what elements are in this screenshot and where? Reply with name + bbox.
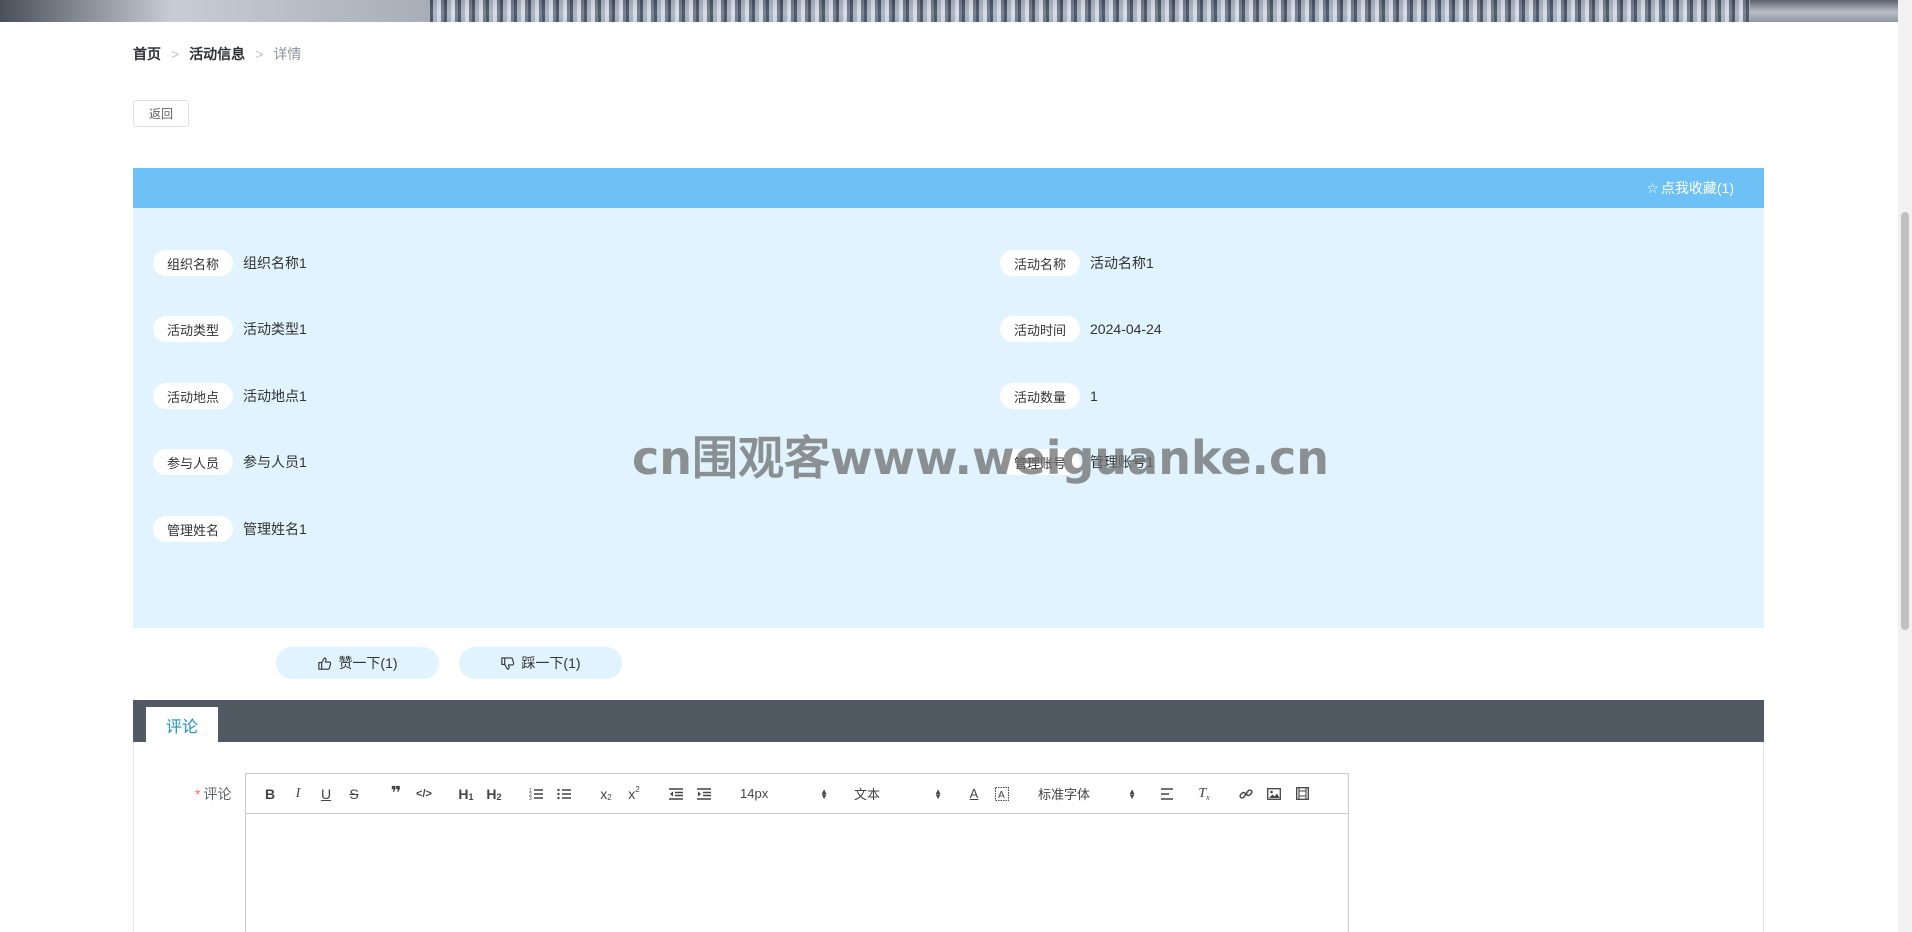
field-label: 活动名称 bbox=[1000, 250, 1081, 276]
video-icon[interactable] bbox=[1288, 782, 1316, 806]
field-value: 2024-04-24 bbox=[1090, 321, 1162, 337]
font-size-value: 14px bbox=[740, 786, 769, 801]
thumbs-up-icon bbox=[318, 656, 332, 670]
background-color-icon[interactable]: A bbox=[988, 782, 1016, 806]
outdent-icon[interactable] bbox=[662, 782, 690, 806]
svg-text:3: 3 bbox=[529, 796, 532, 801]
rich-text-editor: B I U S ❞ </> H1 H2 123 x2 x2 14px ▲ ▼ 文… bbox=[245, 773, 1349, 932]
image-icon[interactable] bbox=[1260, 782, 1288, 806]
tab-comment[interactable]: 评论 bbox=[146, 707, 218, 742]
field-label: 活动地点 bbox=[153, 383, 234, 409]
like-button[interactable]: 赞一下(1) bbox=[276, 647, 439, 679]
field-value: 1 bbox=[1090, 388, 1098, 404]
strikethrough-icon[interactable]: S bbox=[340, 782, 368, 806]
block-type-value: 文本 bbox=[854, 787, 881, 802]
ordered-list-icon[interactable]: 123 bbox=[522, 782, 550, 806]
field-activity-name: 活动名称 活动名称1 bbox=[1000, 250, 1154, 276]
field-activity-type: 活动类型 活动类型1 bbox=[153, 316, 307, 342]
comment-form: * 评论 B I U S ❞ </> H1 H2 123 x 2 x 2 14p… bbox=[133, 742, 1764, 932]
field-label: 组织名称 bbox=[153, 250, 234, 276]
field-label: 活动类型 bbox=[153, 316, 234, 342]
back-button[interactable]: 返回 bbox=[133, 100, 189, 127]
scrollbar-thumb[interactable] bbox=[1901, 212, 1909, 630]
block-type-select[interactable]: 文本 ▲ ▼ bbox=[846, 782, 946, 806]
editor-toolbar: B I U S ❞ </> H1 H2 123 x2 x2 14px ▲ ▼ 文… bbox=[246, 774, 1348, 814]
font-family-select[interactable]: 标准字体 ▲ ▼ bbox=[1030, 782, 1140, 806]
star-outline-icon: ☆ bbox=[1646, 179, 1659, 196]
watermark: cn围观客www.weiguanke.cn bbox=[632, 431, 1330, 485]
comment-tabbar: 评论 bbox=[133, 700, 1764, 742]
font-family-value: 标准字体 bbox=[1038, 787, 1091, 802]
select-arrows-icon: ▲ ▼ bbox=[820, 786, 828, 801]
breadcrumb-section[interactable]: 活动信息 bbox=[189, 44, 245, 64]
breadcrumb-current: 详情 bbox=[273, 46, 302, 62]
field-activity-count: 活动数量 1 bbox=[1000, 383, 1098, 409]
svg-text:A: A bbox=[998, 790, 1005, 801]
breadcrumb-home[interactable]: 首页 bbox=[133, 44, 161, 64]
required-mark: * bbox=[195, 786, 201, 802]
field-participants: 参与人员 参与人员1 bbox=[153, 449, 307, 475]
field-value: 参与人员1 bbox=[243, 454, 307, 470]
underline-icon[interactable]: U bbox=[312, 782, 340, 806]
field-label: 参与人员 bbox=[153, 449, 234, 475]
bold-icon[interactable]: B bbox=[256, 782, 284, 806]
field-value: 活动名称1 bbox=[1090, 255, 1154, 271]
heading2-icon[interactable]: H2 bbox=[480, 782, 508, 806]
comment-field-label: * 评论 bbox=[195, 784, 231, 804]
select-arrows-icon: ▲ ▼ bbox=[934, 786, 942, 801]
dislike-button[interactable]: 踩一下(1) bbox=[459, 647, 622, 679]
thumbs-down-icon bbox=[501, 656, 515, 670]
italic-icon[interactable]: I bbox=[284, 782, 312, 806]
dislike-label: 踩一下(1) bbox=[521, 655, 581, 671]
field-manager-name: 管理姓名 管理姓名1 bbox=[153, 516, 307, 542]
bullet-list-icon[interactable] bbox=[550, 782, 578, 806]
breadcrumb: 首页 > 活动信息 > 详情 bbox=[133, 44, 301, 64]
breadcrumb-separator: > bbox=[171, 46, 180, 62]
banner-image bbox=[0, 0, 1898, 22]
page: 首页 > 活动信息 > 详情 返回 ☆ 点我收藏(1) 组织名称 组织名称1 活… bbox=[0, 0, 1912, 932]
superscript-icon[interactable]: x2 bbox=[620, 782, 648, 806]
breadcrumb-separator: > bbox=[255, 46, 264, 62]
field-activity-location: 活动地点 活动地点1 bbox=[153, 383, 307, 409]
favorite-button[interactable]: ☆ 点我收藏(1) bbox=[1646, 168, 1734, 208]
indent-icon[interactable] bbox=[690, 782, 718, 806]
detail-header: ☆ 点我收藏(1) bbox=[133, 168, 1764, 208]
comment-label-text: 评论 bbox=[203, 786, 232, 802]
field-label: 活动时间 bbox=[1000, 316, 1081, 342]
heading1-icon[interactable]: H1 bbox=[452, 782, 480, 806]
link-icon[interactable] bbox=[1232, 782, 1260, 806]
field-activity-time: 活动时间 2024-04-24 bbox=[1000, 316, 1162, 342]
like-label: 赞一下(1) bbox=[338, 655, 398, 671]
subscript-icon[interactable]: x2 bbox=[592, 782, 620, 806]
detail-body: 组织名称 组织名称1 活动类型 活动类型1 活动地点 活动地点1 参与人员 参与… bbox=[133, 208, 1764, 628]
editor-content-area[interactable] bbox=[246, 814, 1348, 932]
field-value: 活动地点1 bbox=[243, 388, 307, 404]
align-left-icon[interactable] bbox=[1154, 782, 1182, 806]
page-scrollbar[interactable] bbox=[1898, 0, 1912, 932]
font-size-select[interactable]: 14px ▲ ▼ bbox=[732, 782, 832, 806]
favorite-label: 点我收藏(1) bbox=[1660, 180, 1734, 196]
select-arrows-icon: ▲ ▼ bbox=[1128, 786, 1136, 801]
clear-format-icon[interactable]: Tx bbox=[1190, 782, 1218, 806]
field-label: 活动数量 bbox=[1000, 383, 1081, 409]
field-value: 组织名称1 bbox=[243, 255, 307, 271]
field-org-name: 组织名称 组织名称1 bbox=[153, 250, 307, 276]
font-color-icon[interactable]: A bbox=[960, 782, 988, 806]
field-value: 活动类型1 bbox=[243, 321, 307, 337]
field-value: 管理姓名1 bbox=[243, 521, 307, 537]
code-block-icon[interactable]: </> bbox=[410, 782, 438, 806]
blockquote-icon[interactable]: ❞ bbox=[382, 782, 410, 806]
field-label: 管理姓名 bbox=[153, 516, 234, 542]
